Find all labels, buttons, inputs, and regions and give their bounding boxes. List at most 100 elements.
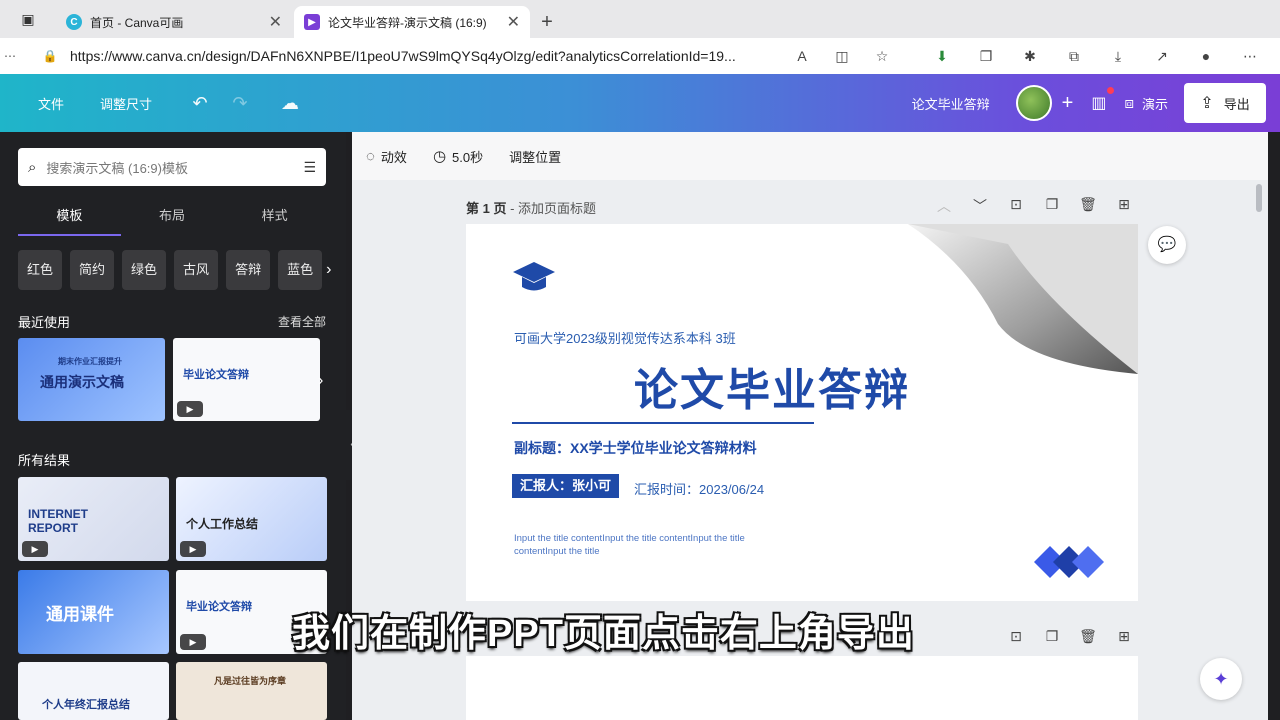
duration-label: 5.0秒 [452, 149, 484, 165]
comment-icon[interactable]: 💬 [1148, 226, 1186, 264]
lock-icon[interactable]: ⊡ [998, 628, 1034, 645]
downloads-icon[interactable]: ⤓ [1096, 48, 1140, 65]
chip[interactable]: 蓝色 [278, 250, 323, 290]
animate-button[interactable]: ◌ 动效 [366, 147, 407, 166]
upload-icon: ⇪ [1200, 95, 1214, 112]
page-number: 第 1 页 [466, 201, 507, 216]
add-page-icon[interactable]: ⊞ [1106, 196, 1142, 216]
recent-template-2[interactable]: 毕业论文答辩 ▶ [173, 338, 320, 421]
cloud-save-icon[interactable]: ☁ [270, 93, 310, 114]
screenshot-icon[interactable]: ⧉ [1052, 48, 1096, 65]
avatar[interactable] [1015, 85, 1052, 121]
browser-tab-design[interactable]: ▶ 论文毕业答辩-演示文稿 (16:9) ✕ [294, 6, 530, 38]
template-search[interactable]: ⌕ 搜索演示文稿 (16:9)模板 ☰ [18, 148, 326, 186]
recent-title: 最近使用 [18, 315, 71, 330]
template-title: 个人工作总结 [186, 517, 259, 531]
extensions-icon[interactable]: ✱ [1008, 48, 1052, 65]
trash-icon[interactable]: 🗑 [1070, 628, 1106, 645]
profile-icon[interactable]: ● [1184, 48, 1228, 64]
chip[interactable]: 绿色 [122, 250, 167, 290]
canva-toolbar: 文件 调整尺寸 ↶ ↷ ☁ 论文毕业答辩 + ▥ ⧈ 演示 ⇪ 导出 [0, 74, 1280, 132]
more-icon[interactable]: ⋯ [0, 49, 20, 63]
divider [512, 422, 814, 424]
page-tools: ︿ ﹀ ⊡ ❐ 🗑 ⊞ [926, 196, 1142, 216]
add-page-title[interactable]: - 添加页面标题 [506, 201, 596, 216]
duplicate-icon[interactable]: ❐ [1034, 628, 1070, 645]
add-collaborator-button[interactable]: + [1062, 92, 1074, 115]
result-template-5[interactable]: 个人年终汇报总结 [18, 662, 169, 720]
tab-layouts[interactable]: 布局 [121, 202, 224, 236]
view-all-link[interactable]: 查看全部 [278, 313, 326, 330]
browser-tab-home[interactable]: C 首页 - Canva可画 ✕ [56, 6, 292, 38]
all-results-title: 所有结果 [18, 453, 71, 468]
filter-icon[interactable]: ☰ [303, 159, 316, 176]
undo-icon[interactable]: ↶ [180, 93, 220, 114]
position-label: 调整位置 [509, 149, 562, 165]
duration-button[interactable]: ◷ 5.0秒 [433, 147, 483, 166]
result-template-1[interactable]: INTERNET REPORT ▶ [18, 477, 169, 561]
chip[interactable]: 答辩 [226, 250, 271, 290]
export-button[interactable]: ⇪ 导出 [1184, 83, 1266, 123]
result-template-2[interactable]: 个人工作总结 ▶ [176, 477, 327, 561]
export-label: 导出 [1223, 96, 1250, 112]
download-ext-icon[interactable]: ⬇ [920, 48, 964, 65]
chip[interactable]: 古风 [174, 250, 219, 290]
clock-icon: ◷ [432, 148, 447, 165]
position-button[interactable]: 调整位置 [509, 147, 561, 166]
result-template-6[interactable]: 凡是过往皆为序章 [176, 662, 327, 720]
notification-dot [1107, 87, 1115, 94]
lock-icon[interactable]: ⊡ [998, 196, 1034, 216]
template-title: 凡是过往皆为序章 [214, 676, 287, 686]
favorite-star-icon[interactable]: ☆ [862, 48, 902, 65]
url-field[interactable]: https://www.canva.cn/design/DAFnN6XNPBE/… [70, 48, 770, 64]
present-label: 演示 [1141, 96, 1168, 112]
result-template-3[interactable]: 通用课件 [18, 570, 169, 654]
present-button[interactable]: ⧈ 演示 [1124, 94, 1168, 113]
close-tab-icon[interactable]: ✕ [507, 12, 520, 32]
video-badge-icon: ▶ [180, 634, 206, 650]
tab-templates[interactable]: 模板 [18, 202, 121, 236]
redo-icon[interactable]: ↷ [220, 93, 260, 114]
chip[interactable]: 红色 [18, 250, 63, 290]
magic-sparkle-icon[interactable]: ✦ [1200, 658, 1242, 700]
chevron-up-icon[interactable]: ︿ [926, 196, 962, 216]
graduation-cap-icon [513, 262, 555, 291]
search-input[interactable]: 搜索演示文稿 (16:9)模板 [46, 158, 303, 177]
share-icon[interactable]: ↗ [1140, 48, 1184, 65]
page-curl-decoration [908, 224, 1138, 374]
close-tab-icon[interactable]: ✕ [269, 12, 282, 32]
lock-icon[interactable]: 🔒 [40, 49, 60, 63]
chevron-down-icon[interactable]: ﹀ [962, 196, 998, 216]
recent-template-1[interactable]: 期末作业汇报提升 通用演示文稿 [18, 338, 165, 421]
filter-chips: 红色 简约 绿色 古风 答辩 蓝色 › [18, 250, 331, 290]
tab-actions-icon[interactable]: ▣ [0, 0, 56, 38]
resize-menu[interactable]: 调整尺寸 [82, 94, 170, 113]
new-tab-button[interactable]: + [532, 6, 562, 38]
file-menu[interactable]: 文件 [0, 94, 82, 113]
chip[interactable]: 简约 [70, 250, 115, 290]
tab-label: 论文毕业答辩-演示文稿 (16:9) [328, 15, 487, 30]
slide-2[interactable] [466, 656, 1138, 720]
add-page-icon[interactable]: ⊞ [1106, 628, 1142, 645]
document-title[interactable]: 论文毕业答辩 [912, 94, 990, 113]
insights-icon[interactable]: ▥ [1091, 87, 1115, 113]
duplicate-icon[interactable]: ❐ [1034, 196, 1070, 216]
tab-styles[interactable]: 样式 [223, 202, 326, 236]
presentation-favicon-icon: ▶ [304, 14, 320, 30]
read-aloud-icon[interactable]: A [782, 48, 822, 64]
trash-icon[interactable]: 🗑 [1070, 196, 1106, 216]
scrollbar[interactable] [1256, 184, 1262, 212]
school-text: 可画大学2023级别视觉传达系本科 3班 [514, 331, 736, 346]
settings-more-icon[interactable]: ⋯ [1228, 48, 1272, 65]
video-badge-icon: ▶ [177, 401, 203, 417]
template-title: 毕业论文答辩 [186, 601, 252, 613]
page-title[interactable]: 第 1 页 - 添加页面标题 [466, 198, 596, 217]
chevron-right-icon[interactable]: › [326, 250, 331, 290]
filler-text: Input the title contentInput the title c… [514, 533, 745, 557]
canva-favicon-icon: C [66, 14, 82, 30]
split-screen-icon[interactable]: ◫ [822, 48, 862, 65]
chevron-right-icon[interactable]: › [318, 372, 323, 390]
collections-icon[interactable]: ❐ [964, 48, 1008, 65]
slide-1[interactable]: 可画大学2023级别视觉传达系本科 3班 论文毕业答辩 副标题：XX学士学位毕业… [466, 224, 1138, 601]
context-toolbar: ◌ 动效 ◷ 5.0秒 调整位置 [352, 132, 1268, 180]
